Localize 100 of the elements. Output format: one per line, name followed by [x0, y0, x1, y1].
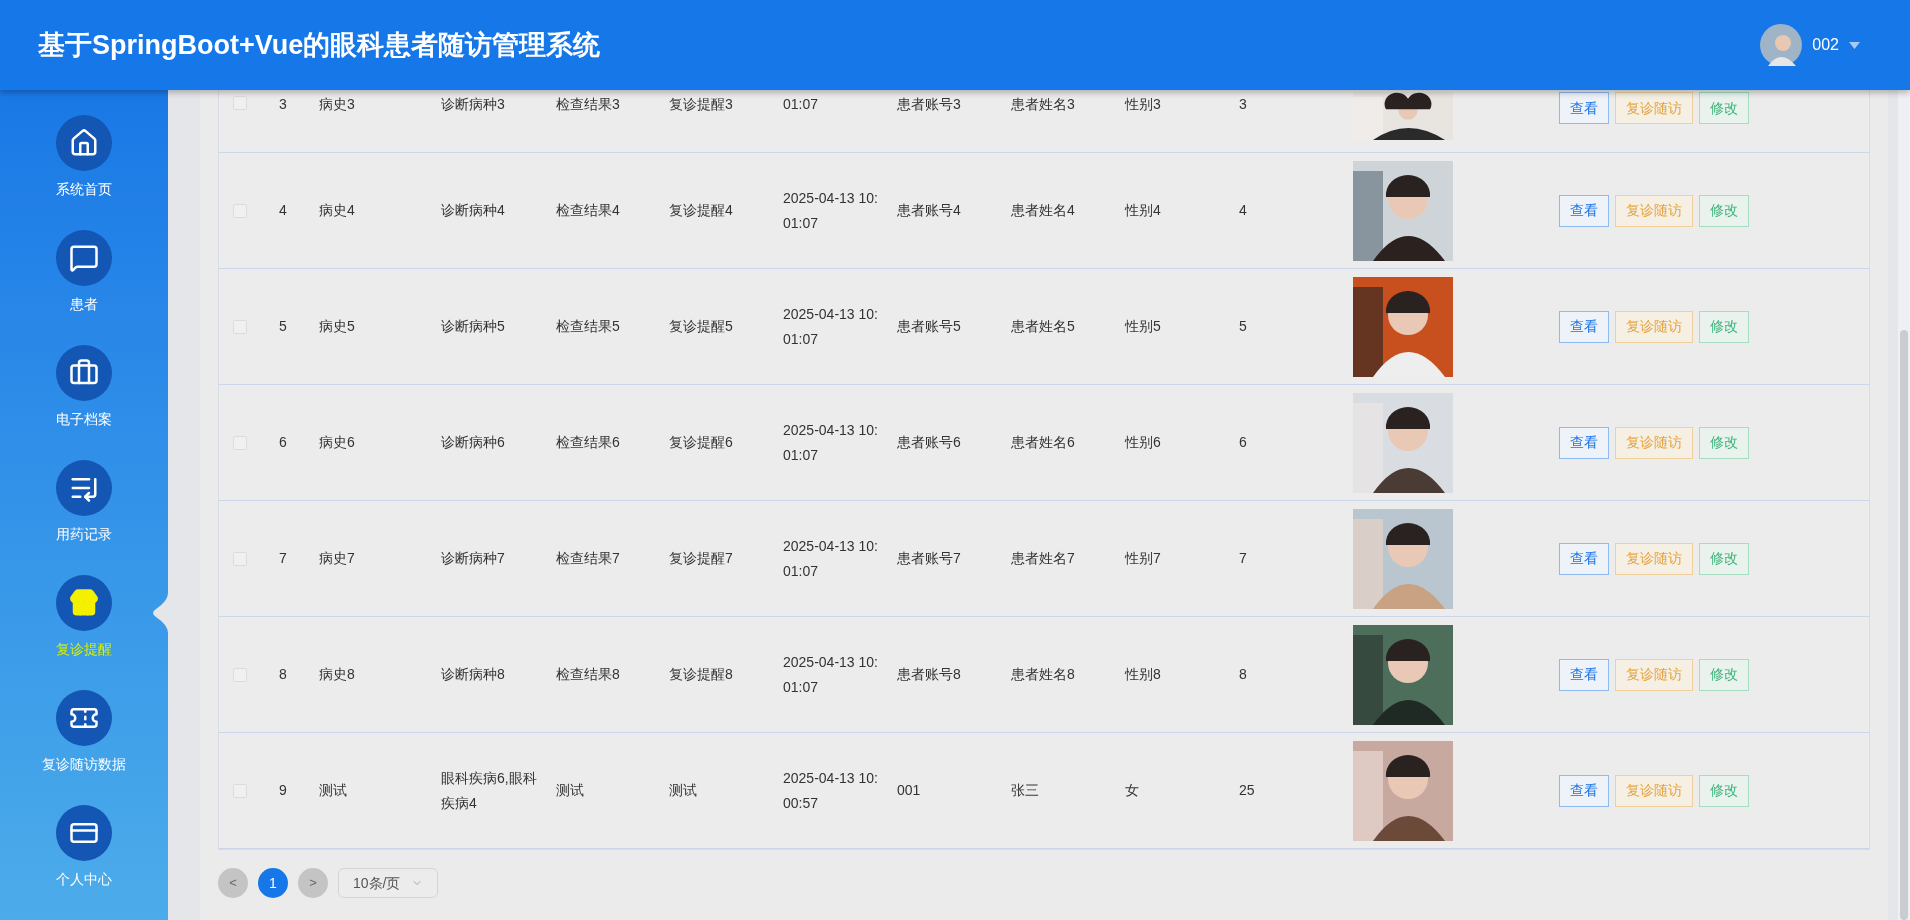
edit-button[interactable]: 修改 — [1699, 426, 1749, 459]
age-cell-text: 3 — [1239, 95, 1247, 114]
nav-item[interactable]: 电子档案 — [0, 345, 168, 460]
reminder-cell-text: 复诊提醒4 — [669, 201, 733, 220]
edit-button[interactable]: 修改 — [1699, 310, 1749, 343]
store-icon — [69, 588, 99, 618]
history-cell-text: 病史8 — [319, 665, 355, 684]
index-cell-text: 5 — [279, 317, 287, 336]
time-cell-text: 2025-04-13 10:01:07 — [783, 420, 879, 465]
time-cell-text: 2025-04-13 10:01:07 — [783, 536, 879, 581]
result-cell-text: 检查结果5 — [556, 317, 620, 336]
age-cell-text: 6 — [1239, 433, 1247, 452]
edit-button[interactable]: 修改 — [1699, 92, 1749, 124]
view-button[interactable]: 查看 — [1559, 426, 1609, 459]
age-cell-text: 5 — [1239, 317, 1247, 336]
row-checkbox[interactable] — [233, 96, 247, 110]
history-cell-text: 病史4 — [319, 201, 355, 220]
account-cell-text: 患者账号6 — [897, 433, 961, 452]
gender-cell-text: 性别8 — [1125, 665, 1161, 684]
reminder-cell-text: 复诊提醒6 — [669, 433, 733, 452]
nav-item[interactable]: 用药记录 — [0, 460, 168, 575]
account-cell-text: 患者账号7 — [897, 549, 961, 568]
reminder-cell-text: 复诊提醒5 — [669, 317, 733, 336]
follow-up-button[interactable]: 复诊随访 — [1615, 426, 1693, 459]
view-button[interactable]: 查看 — [1559, 194, 1609, 227]
app-title: 基于SpringBoot+Vue的眼科患者随访管理系统 — [38, 28, 601, 62]
page-size-select[interactable]: 10条/页 — [338, 868, 438, 898]
nav-label[interactable]: 复诊提醒 — [56, 639, 112, 660]
caret-icon[interactable] — [1849, 41, 1860, 49]
account-cell-text: 患者账号8 — [897, 665, 961, 684]
follow-up-button[interactable]: 复诊随访 — [1615, 774, 1693, 807]
follow-up-button[interactable]: 复诊随访 — [1615, 542, 1693, 575]
index-cell-text: 6 — [279, 433, 287, 452]
name-cell-text: 患者姓名7 — [1011, 549, 1075, 568]
edit-button[interactable]: 修改 — [1699, 542, 1749, 575]
nav-label[interactable]: 用药记录 — [56, 524, 112, 545]
avatar[interactable] — [1760, 24, 1803, 66]
gender-cell-text: 性别5 — [1125, 317, 1161, 336]
nav-label[interactable]: 复诊随访数据 — [42, 754, 126, 775]
gender-cell-text: 性别4 — [1125, 201, 1161, 220]
view-button[interactable]: 查看 — [1559, 658, 1609, 691]
view-button[interactable]: 查看 — [1559, 774, 1609, 807]
nav-label[interactable]: 患者 — [70, 294, 98, 315]
result-cell-text: 检查结果3 — [556, 95, 620, 114]
page-button[interactable]: 1 — [258, 868, 288, 898]
name-cell-text: 患者姓名8 — [1011, 665, 1075, 684]
name-cell-text: 患者姓名5 — [1011, 317, 1075, 336]
view-button[interactable]: 查看 — [1559, 310, 1609, 343]
result-cell-text: 检查结果4 — [556, 201, 620, 220]
reminder-cell-text: 复诊提醒8 — [669, 665, 733, 684]
follow-up-button[interactable]: 复诊随访 — [1615, 194, 1693, 227]
username[interactable]: 002 — [1812, 33, 1839, 57]
follow-up-button[interactable]: 复诊随访 — [1615, 658, 1693, 691]
prev-page-button[interactable]: < — [218, 868, 248, 898]
nav-item[interactable]: 复诊提醒 — [0, 575, 168, 690]
gender-cell-text: 性别6 — [1125, 433, 1161, 452]
nav-item[interactable]: 患者 — [0, 230, 168, 345]
time-cell-text: 2025-04-13 10:01:07 — [783, 304, 879, 349]
name-cell-text: 张三 — [1011, 781, 1039, 800]
nav-item[interactable]: 个人中心 — [0, 805, 168, 920]
follow-up-button[interactable]: 复诊随访 — [1615, 310, 1693, 343]
result-cell-text: 测试 — [556, 781, 584, 800]
gender-cell-text: 性别7 — [1125, 549, 1161, 568]
diagnosis-cell-text: 诊断病种6 — [441, 433, 506, 452]
gender-cell-text: 女 — [1125, 781, 1139, 800]
follow-up-button[interactable]: 复诊随访 — [1615, 92, 1693, 124]
time-cell-text: 01:07 — [783, 95, 820, 114]
age-cell-text: 7 — [1239, 549, 1247, 568]
age-cell-text: 8 — [1239, 665, 1247, 684]
nav-item[interactable]: 系统首页 — [0, 115, 168, 230]
age-cell-text: 4 — [1239, 201, 1247, 220]
nav-label[interactable]: 个人中心 — [56, 869, 112, 890]
nav-item[interactable]: 复诊随访数据 — [0, 690, 168, 805]
diagnosis-cell-text: 诊断病种7 — [441, 549, 506, 568]
name-cell-text: 患者姓名4 — [1011, 201, 1075, 220]
result-cell-text: 检查结果6 — [556, 433, 620, 452]
history-cell-text: 病史3 — [319, 95, 355, 114]
next-page-button[interactable]: > — [298, 868, 328, 898]
view-button[interactable]: 查看 — [1559, 92, 1609, 124]
account-cell-text: 患者账号5 — [897, 317, 961, 336]
edit-button[interactable]: 修改 — [1699, 194, 1749, 227]
nav-label[interactable]: 系统首页 — [56, 179, 112, 200]
account-cell-text: 患者账号3 — [897, 95, 961, 114]
edit-button[interactable]: 修改 — [1699, 774, 1749, 807]
reminder-cell-text: 测试 — [669, 781, 697, 800]
nav-label[interactable]: 电子档案 — [56, 409, 112, 430]
history-cell-text: 病史5 — [319, 317, 355, 336]
index-cell-text: 8 — [279, 665, 287, 684]
edit-button[interactable]: 修改 — [1699, 658, 1749, 691]
view-button[interactable]: 查看 — [1559, 542, 1609, 575]
diagnosis-cell-text: 诊断病种3 — [441, 95, 506, 114]
result-cell-text: 检查结果7 — [556, 549, 620, 568]
diagnosis-cell-text: 诊断病种5 — [441, 317, 506, 336]
diagnosis-cell-text: 诊断病种8 — [441, 665, 506, 684]
scrollbar-thumb[interactable] — [1900, 330, 1908, 920]
name-cell-text: 患者姓名6 — [1011, 433, 1075, 452]
result-cell-text: 检查结果8 — [556, 665, 620, 684]
history-cell-text: 病史6 — [319, 433, 355, 452]
index-cell-text: 9 — [279, 781, 287, 800]
home-icon — [69, 128, 99, 158]
